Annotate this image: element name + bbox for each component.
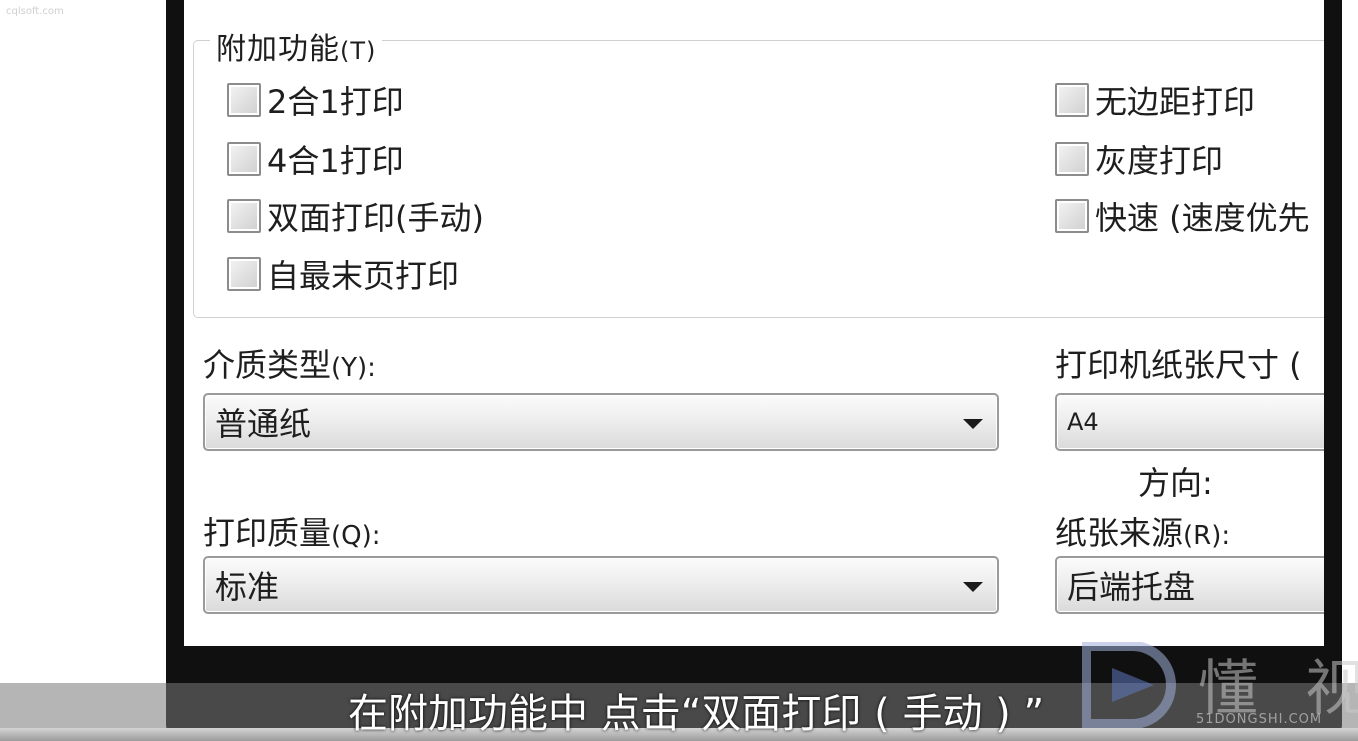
option-4in1-print[interactable]: 4合1打印 [227,137,404,181]
media-type-dropdown[interactable]: 普通纸 [203,393,999,451]
checkbox-reverse-order[interactable] [227,257,261,291]
option-label: 无边距打印 [1095,83,1256,121]
chevron-down-icon[interactable] [963,582,983,592]
paper-source-label: 纸张来源(R): [1055,514,1231,552]
checkbox-4in1-print[interactable] [227,142,261,176]
video-subtitle: 在附加功能中 点击“双面打印 ( 手动 ) ” [348,691,1045,737]
checkbox-fast-print[interactable] [1055,199,1089,233]
dropdown-value: 标准 [215,568,280,606]
paper-size-dropdown[interactable]: A4 [1055,393,1324,451]
print-quality-dropdown[interactable]: 标准 [203,556,999,614]
brand-url: 51DONGSHI.COM [1196,712,1323,727]
dropdown-value: A4 [1067,408,1099,436]
watermark-text: cqlsoft.com [6,6,64,17]
group-title: 附加功能(T) [210,24,383,68]
option-fast-print[interactable]: 快速 (速度优先 [1055,194,1310,238]
option-borderless-print[interactable]: 无边距打印 [1055,78,1255,122]
checkbox-2in1-print[interactable] [227,83,261,117]
option-label: 灰度打印 [1095,142,1224,180]
chevron-down-icon[interactable] [963,419,983,429]
option-reverse-order[interactable]: 自最末页打印 [227,252,459,296]
option-2in1-print[interactable]: 2合1打印 [227,78,404,122]
option-label: 4合1打印 [267,142,404,180]
option-label: 自最末页打印 [267,257,460,295]
option-label: 快速 (速度优先 [1095,199,1310,237]
print-quality-label: 打印质量(Q): [203,514,381,552]
option-label: 双面打印(手动) [267,199,484,237]
dropdown-value: 后端托盘 [1067,568,1196,606]
checkbox-duplex-manual[interactable] [227,199,261,233]
brand-logo-icon [1082,642,1176,728]
orientation-label: 方向: [1138,464,1213,502]
paper-source-dropdown[interactable]: 后端托盘 [1055,556,1324,614]
print-options-dialog: 附加功能(T) 2合1打印 4合1打印 双面打印(手动) 自最末页打印 无边距打… [184,0,1324,646]
media-type-label: 介质类型(Y): [203,346,376,384]
option-duplex-manual[interactable]: 双面打印(手动) [227,194,484,238]
paper-size-label: 打印机纸张尺寸 ( [1055,346,1302,384]
checkbox-borderless-print[interactable] [1055,83,1089,117]
checkbox-grayscale-print[interactable] [1055,142,1089,176]
dropdown-value: 普通纸 [215,405,312,443]
option-label: 2合1打印 [267,83,404,121]
option-grayscale-print[interactable]: 灰度打印 [1055,137,1223,181]
